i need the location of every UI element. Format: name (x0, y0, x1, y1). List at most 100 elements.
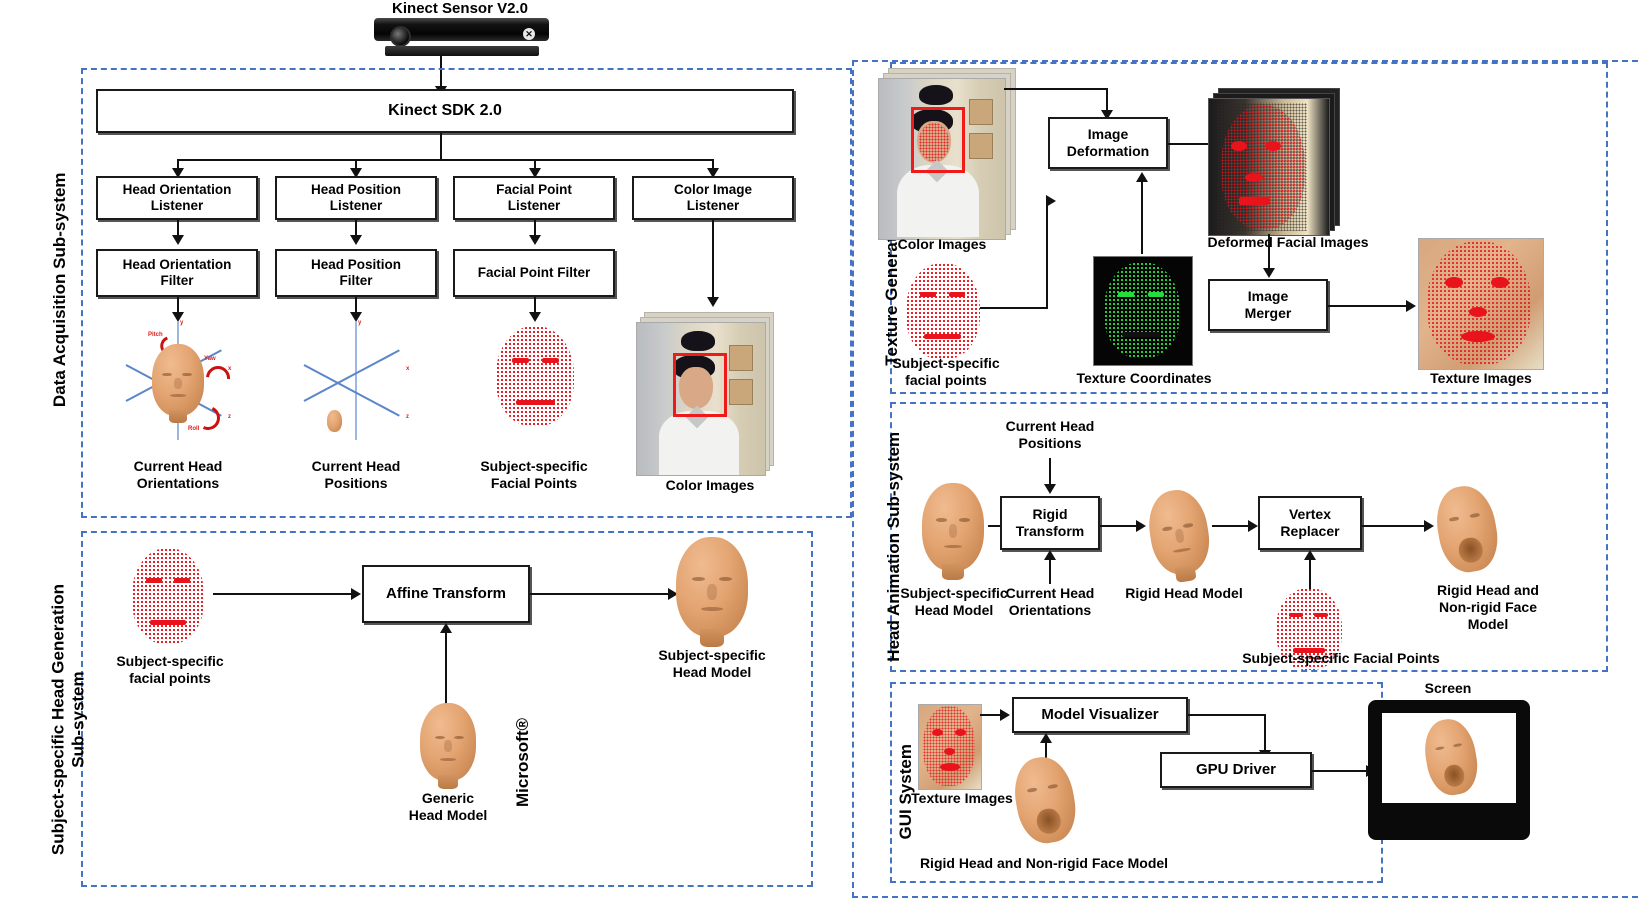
label-head-animation-subsystem: Head Animation Sub-system (884, 431, 904, 662)
arrowhead-points-to-vertex (1304, 550, 1316, 560)
mesh-eye-left (920, 292, 936, 297)
arrowhead-f3-to-out3 (529, 312, 541, 322)
connector-deformation-to-deformed (1168, 143, 1210, 145)
connector-sdk-bus (177, 159, 712, 161)
caption-texture-facial-points: Subject-specific facial points (876, 355, 1016, 389)
diagram-canvas: Kinect Sensor V2.0 ✕ Data Acquisition Su… (0, 0, 1641, 901)
arrowhead-l3-to-f3 (529, 235, 541, 245)
caption-line1: Subject-specific (658, 647, 766, 663)
caption-line1: Current Head (1005, 585, 1095, 601)
box-label-line2: Merger (1244, 305, 1292, 321)
box-label-line2: Filter (339, 273, 373, 288)
connector-rigidmodel-to-vertex (1212, 525, 1250, 527)
box-model-visualizer[interactable]: Model Visualizer (1012, 697, 1188, 733)
caption-animation-facial-points: Subject-specific Facial Points (1242, 650, 1440, 666)
caption-line1: Subject-specific (116, 653, 224, 669)
caption-line2: facial points (905, 371, 987, 388)
caption-line1: Generic (421, 790, 475, 806)
connector-gpu-to-screen (1312, 770, 1368, 772)
deformed-facial-image (1208, 98, 1330, 236)
caption-line1: Subject-specific (892, 355, 1000, 371)
caption-line2: Orientations (136, 474, 220, 491)
box-facial-point-filter[interactable]: Facial Point Filter (453, 249, 615, 297)
box-vertex-replacer[interactable]: Vertex Replacer (1258, 496, 1362, 550)
connector-affine-to-output (530, 593, 670, 595)
mesh-eye-right (1314, 613, 1328, 617)
caption-line1: Current Head (133, 458, 223, 474)
box-facial-point-listener[interactable]: Facial Point Listener (453, 176, 615, 220)
arrowhead-l2-to-f2 (350, 235, 362, 245)
caption-line2: Non-rigid Face (1438, 598, 1537, 615)
caption-head-generation-input: Subject-specific facial points (96, 653, 244, 687)
box-label-line1: Head Position (310, 182, 401, 198)
arrowhead-texcoords-to-deformation (1136, 172, 1148, 182)
box-gpu-driver[interactable]: GPU Driver (1160, 752, 1312, 788)
caption-generic-head-model: Generic Head Model (372, 790, 524, 824)
connector-rigid-to-rigidmodel (1100, 525, 1138, 527)
box-label-line1: Vertex (1288, 506, 1332, 523)
box-rigid-transform[interactable]: Rigid Transform (1000, 496, 1100, 550)
box-color-image-listener[interactable]: Color Image Listener (632, 176, 794, 220)
mesh-eye-right (1148, 292, 1164, 297)
box-label-line1: Head Position (310, 257, 401, 273)
box-head-position-listener[interactable]: Head Position Listener (275, 176, 437, 220)
caption-current-head-orientations: Current Head Orientations (102, 458, 254, 492)
connector-color-to-deformation-v (1106, 88, 1108, 112)
subject-specific-head-model-icon (676, 537, 748, 647)
caption-current-head-positions-input: Current Head Positions (980, 418, 1120, 452)
mesh-mouth (924, 334, 961, 339)
mesh-mouth (1122, 332, 1160, 337)
mesh-eye-left (146, 578, 162, 583)
connector-mesh-to-affine (213, 593, 353, 595)
box-head-orientation-listener[interactable]: Head Orientation Listener (96, 176, 258, 220)
caption-current-head-positions: Current Head Positions (280, 458, 432, 492)
box-image-deformation[interactable]: Image Deformation (1048, 117, 1168, 169)
arrowhead-deformed-to-merger (1263, 268, 1275, 278)
box-label-line2: Replacer (1280, 523, 1340, 539)
face-detection-box (673, 353, 727, 417)
caption-rigid-nonrigid-model: Rigid Head and Non-rigid Face Model (1414, 582, 1562, 632)
animation-input-head-model-icon (922, 483, 984, 580)
connector-deformed-to-merger (1268, 234, 1270, 272)
connector-positions-to-rigid (1049, 458, 1051, 486)
caption-deformed-facial-images: Deformed Facial Images (1207, 234, 1369, 250)
screen-monitor-icon (1368, 700, 1530, 840)
head-generation-input-mesh-icon (132, 548, 204, 644)
mesh-eye-left (512, 358, 529, 363)
arrowhead-generic-to-affine (440, 623, 452, 633)
caption-line2: facial points (129, 669, 211, 686)
label-head-generation-subsystem: Subject-specific Head Generation Sub-sys… (48, 570, 87, 870)
box-label-line2: Listener (507, 198, 561, 213)
caption-line3: Model (1467, 615, 1509, 632)
box-label-line2: Deformation (1066, 143, 1150, 159)
caption-line1: Current Head (1005, 418, 1095, 434)
box-kinect-sdk[interactable]: Kinect SDK 2.0 (96, 89, 794, 133)
connector-vertex-to-output (1362, 525, 1426, 527)
caption-line2: Head Model (408, 806, 488, 823)
box-image-merger[interactable]: Image Merger (1208, 279, 1328, 331)
connector-visualizer-to-gpu-h (1188, 714, 1266, 716)
connector-visualizer-to-gpu-v (1264, 714, 1266, 754)
label-data-acquisition-subsystem: Data Acquisition Sub-system (50, 172, 70, 408)
box-head-position-filter[interactable]: Head Position Filter (275, 249, 437, 297)
caption-line1: Rigid Head and (1437, 582, 1539, 598)
mesh-mouth (150, 620, 186, 625)
label-line2: Sub-system (68, 671, 87, 768)
connector-sdk-bus-stem (440, 133, 442, 159)
connector-points-to-deformation-v (1046, 200, 1048, 307)
head-position-marker-icon (327, 410, 342, 432)
box-head-orientation-filter[interactable]: Head Orientation Filter (96, 249, 258, 297)
arrowhead-mesh-to-affine (351, 588, 361, 600)
connector-generic-to-affine (445, 631, 447, 704)
connector-l4-to-output (712, 220, 714, 300)
arrowhead-positions-to-rigid (1044, 484, 1056, 494)
caption-texture-color-images: Color Images (897, 236, 987, 252)
caption-line2: Head Model (672, 663, 752, 680)
caption-subject-specific-head-model: Subject-specific Head Model (634, 647, 790, 681)
box-affine-transform[interactable]: Affine Transform (362, 565, 530, 623)
texture-coordinates-mesh-icon (1104, 262, 1180, 358)
mesh-eye-right (542, 358, 559, 363)
arrowhead-orientations-to-rigid (1044, 550, 1056, 560)
box-label-line2: Transform (1015, 523, 1085, 539)
arrowhead-model-to-visualizer (1040, 733, 1052, 743)
